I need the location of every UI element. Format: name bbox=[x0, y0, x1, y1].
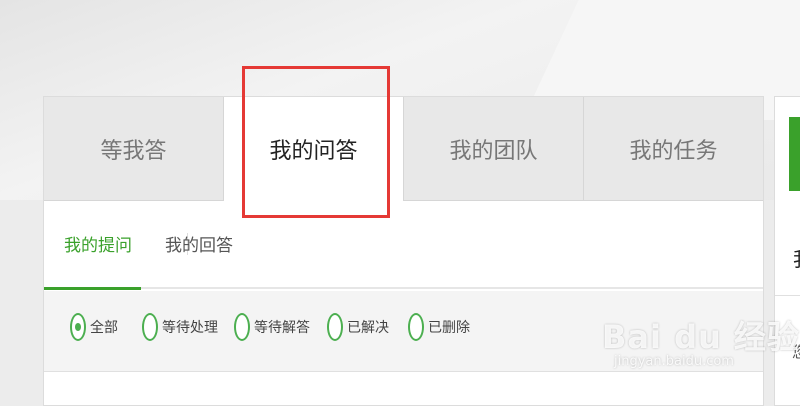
main-tabs: 等我答 我的问答 我的团队 我的任务 bbox=[44, 97, 763, 201]
sub-tabs: 我的提问 我的回答 bbox=[44, 201, 763, 290]
divider bbox=[775, 295, 800, 296]
tab-my-team[interactable]: 我的团队 bbox=[404, 97, 584, 201]
filter-resolved[interactable]: 已解决 bbox=[327, 313, 389, 341]
tab-my-tasks[interactable]: 我的任务 bbox=[584, 97, 763, 201]
subtab-my-questions[interactable]: 我的提问 bbox=[64, 231, 132, 256]
filter-label: 已解决 bbox=[347, 320, 389, 336]
filter-pending-processing[interactable]: 等待处理 bbox=[142, 313, 218, 341]
filter-pending-answer[interactable]: 等待解答 bbox=[234, 313, 310, 341]
watermark-logo: Bai du 经验 bbox=[602, 318, 800, 356]
radio-checked-icon bbox=[70, 313, 86, 341]
action-button[interactable] bbox=[789, 117, 800, 191]
filter-label: 已删除 bbox=[428, 320, 470, 336]
right-panel-title: 我 bbox=[793, 243, 800, 272]
baidu-jingyan-watermark: Bai du 经验 jingyan.baidu.com bbox=[602, 312, 800, 369]
subtab-my-answers[interactable]: 我的回答 bbox=[165, 231, 233, 256]
filter-label: 等待处理 bbox=[162, 320, 218, 336]
filter-deleted[interactable]: 已删除 bbox=[408, 313, 470, 341]
radio-icon bbox=[327, 313, 343, 341]
radio-icon bbox=[234, 313, 250, 341]
filter-all[interactable]: 全部 bbox=[70, 313, 118, 341]
radio-icon bbox=[142, 313, 158, 341]
tab-waiting-for-me[interactable]: 等我答 bbox=[44, 97, 224, 201]
subtab-active-indicator bbox=[44, 287, 141, 290]
tab-my-qa[interactable]: 我的问答 bbox=[224, 97, 404, 201]
filter-label: 等待解答 bbox=[254, 320, 310, 336]
radio-icon bbox=[408, 313, 424, 341]
filter-label: 全部 bbox=[90, 320, 118, 336]
